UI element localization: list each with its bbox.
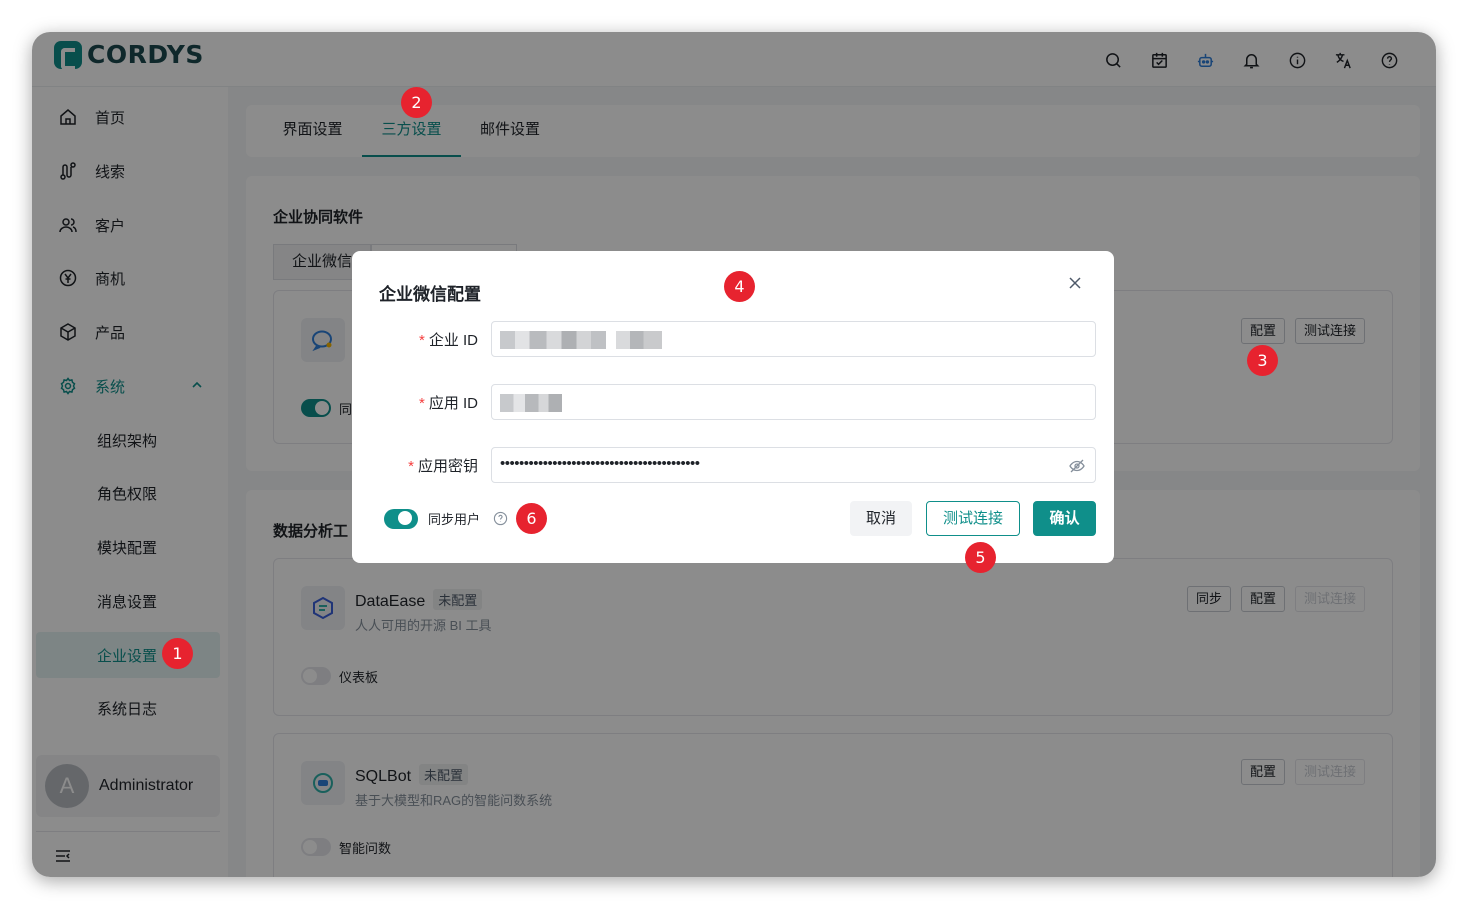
required-mark: *: [418, 332, 425, 349]
form-row-app-secret: * 应用密钥 ••••••••••••••••••••••••••••••••••…: [352, 447, 1114, 483]
step-marker-2: 2: [401, 87, 432, 118]
step-marker-6: 6: [516, 503, 547, 534]
app-id-input[interactable]: [491, 384, 1096, 420]
masked-value: [616, 331, 662, 349]
field-label-text: 企业 ID: [428, 332, 478, 349]
step-marker-5: 5: [965, 542, 996, 573]
field-label-text: 应用密钥: [417, 458, 478, 475]
eye-off-icon[interactable]: [1069, 458, 1085, 474]
close-icon[interactable]: [1068, 276, 1082, 290]
question-icon[interactable]: [493, 511, 508, 526]
masked-value: [500, 331, 606, 349]
step-marker-4: 4: [724, 271, 755, 302]
form-row-corp-id: * 企业 ID: [352, 321, 1114, 357]
sync-users-label: 同步用户: [428, 512, 481, 527]
corp-id-input[interactable]: [491, 321, 1096, 357]
sync-users-toggle[interactable]: [384, 509, 418, 529]
test-connection-button[interactable]: 测试连接: [926, 501, 1020, 536]
app-secret-input[interactable]: ••••••••••••••••••••••••••••••••••••••••…: [491, 447, 1096, 483]
confirm-button[interactable]: 确认: [1033, 501, 1096, 536]
field-label: * 应用密钥: [408, 455, 478, 476]
app-window: CORDYS 首页 线索 客户 商机 产品 系统 组织架构 角色权限 模块配置 …: [32, 32, 1436, 877]
field-label-text: 应用 ID: [428, 395, 478, 412]
cancel-button[interactable]: 取消: [850, 501, 912, 536]
field-label: * 企业 ID: [419, 329, 478, 350]
form-row-app-id: * 应用 ID: [352, 384, 1114, 420]
field-label: * 应用 ID: [419, 392, 478, 413]
dialog-title: 企业微信配置: [379, 285, 481, 304]
password-value: ••••••••••••••••••••••••••••••••••••••••…: [500, 455, 700, 472]
required-mark: *: [408, 458, 414, 475]
required-mark: *: [418, 395, 425, 412]
masked-value: [500, 394, 562, 412]
step-marker-3: 3: [1247, 345, 1278, 376]
step-marker-1: 1: [162, 638, 193, 669]
